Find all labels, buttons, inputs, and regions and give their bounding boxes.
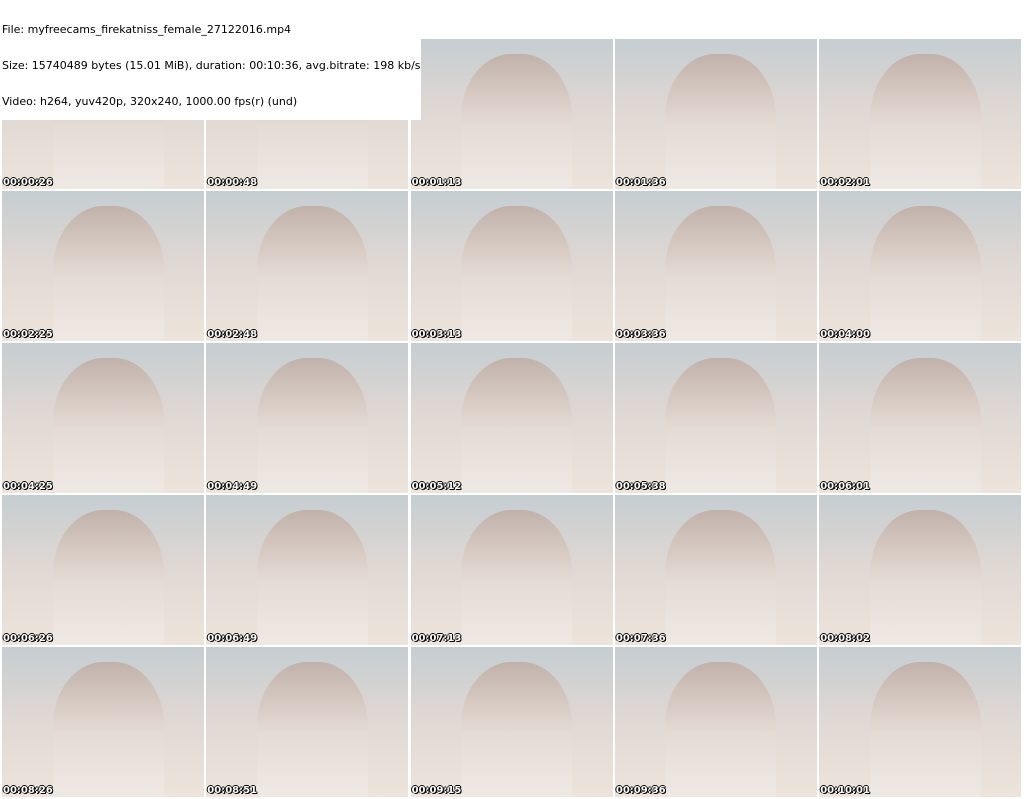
thumbnail: 00:07:36 (614, 495, 817, 645)
thumbnail: 00:09:15 (410, 647, 613, 797)
video-frame (869, 358, 981, 493)
timestamp: 00:09:15 (411, 785, 462, 796)
video-frame (665, 510, 777, 645)
video-frame (665, 54, 777, 189)
timestamp: 00:04:49 (207, 481, 258, 492)
thumbnail: 00:06:49 (206, 495, 409, 645)
thumbnail: 00:05:12 (410, 343, 613, 493)
timestamp: 00:08:02 (820, 633, 870, 644)
video-frame (461, 662, 573, 797)
thumbnail: 00:04:00 (819, 191, 1022, 341)
timestamp: 00:01:13 (411, 177, 462, 188)
timestamp: 00:09:36 (615, 785, 666, 796)
video-frame (869, 54, 981, 189)
video-frame (256, 662, 368, 797)
video-frame (461, 206, 573, 341)
video-frame (52, 206, 164, 341)
file-size-duration: Size: 15740489 bytes (15.01 MiB), durati… (2, 59, 421, 72)
timestamp: 00:05:12 (411, 481, 462, 492)
thumbnail: 00:10:01 (819, 647, 1022, 797)
timestamp: 00:04:00 (820, 329, 870, 340)
video-frame (461, 54, 573, 189)
timestamp: 00:02:01 (820, 177, 870, 188)
timestamp: 00:08:51 (207, 785, 258, 796)
file-info-header: File: myfreecams_firekatniss_female_2712… (2, 0, 421, 120)
thumbnail: 00:01:13 (410, 39, 613, 189)
video-frame (869, 662, 981, 797)
video-frame (461, 510, 573, 645)
video-frame (869, 206, 981, 341)
thumbnail: 00:07:13 (410, 495, 613, 645)
video-frame (256, 510, 368, 645)
timestamp: 00:08:26 (3, 785, 53, 796)
thumbnail: 00:08:51 (206, 647, 409, 797)
video-frame (256, 358, 368, 493)
thumbnail: 00:04:25 (2, 343, 204, 493)
thumbnail: 00:06:01 (819, 343, 1022, 493)
timestamp: 00:03:36 (615, 329, 666, 340)
thumbnail: 00:04:49 (206, 343, 409, 493)
thumbnail: 00:08:02 (819, 495, 1022, 645)
video-frame (665, 206, 777, 341)
video-frame (665, 358, 777, 493)
thumbnail: 00:03:36 (614, 191, 817, 341)
timestamp: 00:07:13 (411, 633, 462, 644)
video-frame (52, 510, 164, 645)
thumbnail-grid: 00:00:26 00:00:48 00:01:13 00:01:36 00:02:01… (2, 39, 1022, 797)
video-frame (869, 510, 981, 645)
timestamp: 00:04:25 (3, 481, 53, 492)
thumbnail: 00:05:38 (614, 343, 817, 493)
timestamp: 00:01:36 (615, 177, 666, 188)
thumbnail: 00:03:13 (410, 191, 613, 341)
timestamp: 00:06:01 (820, 481, 870, 492)
timestamp: 00:02:25 (3, 329, 53, 340)
timestamp: 00:07:36 (615, 633, 666, 644)
thumbnail: 00:02:48 (206, 191, 409, 341)
video-frame (461, 358, 573, 493)
thumbnail: 00:09:36 (614, 647, 817, 797)
timestamp: 00:03:13 (411, 329, 462, 340)
video-frame (256, 206, 368, 341)
timestamp: 00:05:38 (615, 481, 666, 492)
thumbnail: 00:08:26 (2, 647, 204, 797)
thumbnail: 00:01:36 (614, 39, 817, 189)
file-name: File: myfreecams_firekatniss_female_2712… (2, 23, 292, 36)
timestamp: 00:00:48 (207, 177, 258, 188)
video-frame (52, 358, 164, 493)
thumbnail: 00:02:25 (2, 191, 204, 341)
timestamp: 00:06:26 (3, 633, 53, 644)
timestamp: 00:06:49 (207, 633, 258, 644)
timestamp: 00:02:48 (207, 329, 258, 340)
video-frame (52, 662, 164, 797)
thumbnail: 00:06:26 (2, 495, 204, 645)
thumbnail: 00:02:01 (819, 39, 1022, 189)
timestamp: 00:10:01 (820, 785, 870, 796)
video-info: Video: h264, yuv420p, 320x240, 1000.00 f… (2, 95, 298, 108)
timestamp: 00:00:26 (3, 177, 53, 188)
video-frame (665, 662, 777, 797)
